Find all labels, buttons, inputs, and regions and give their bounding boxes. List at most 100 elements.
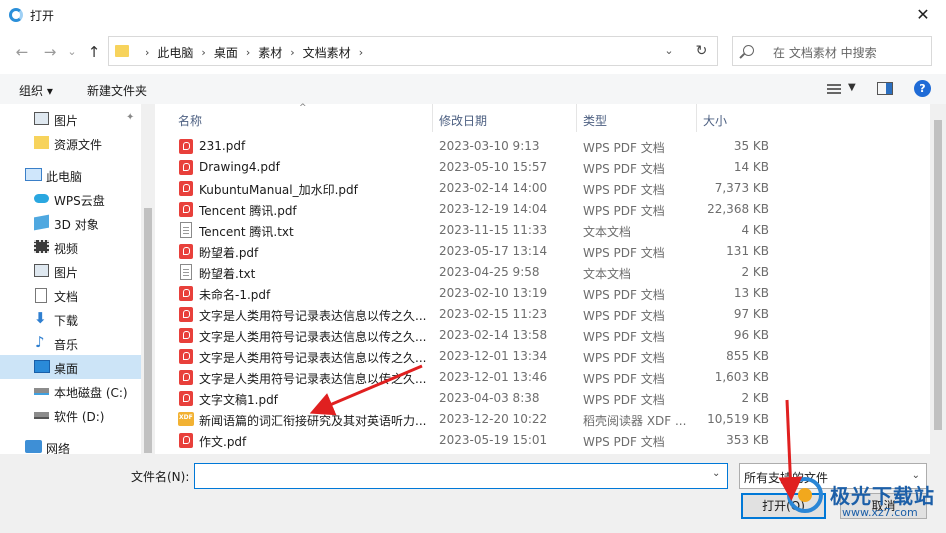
sidebar-item-pictures[interactable]: 图片 — [0, 259, 141, 283]
pdf-file-icon — [179, 370, 193, 385]
breadcrumb-separator[interactable]: › — [201, 46, 205, 59]
sidebar-item-label: 文档 — [54, 290, 79, 304]
window-title: 打开 — [30, 9, 55, 23]
table-row[interactable]: 231.pdf 2023-03-10 9:13 WPS PDF 文档 35 KB — [174, 136, 774, 157]
table-row[interactable]: Drawing4.pdf 2023-05-10 15:57 WPS PDF 文档 14… — [174, 157, 774, 178]
column-divider[interactable] — [576, 104, 577, 132]
table-row[interactable]: 文字是人类用符号记录表达信息以传之久... 2023-02-15 11:23 WPS… — [174, 304, 774, 325]
sidebar-item-music[interactable]: ♪ 音乐 — [0, 331, 141, 355]
table-row[interactable]: 文字是人类用符号记录表达信息以传之久... 2023-12-01 13:34 WPS… — [174, 346, 774, 367]
sidebar-item-resources[interactable]: 资源文件 — [0, 131, 141, 155]
table-row[interactable]: Tencent 腾讯.txt 2023-11-15 11:33 文本文档 4 KB — [174, 220, 774, 241]
table-row[interactable]: 盼望着.pdf 2023-05-17 13:14 WPS PDF 文档 131 KB — [174, 241, 774, 262]
breadcrumb-separator[interactable]: › — [290, 46, 294, 59]
file-size: 2 KB — [741, 391, 769, 405]
address-dropdown-icon[interactable]: ⌄ — [661, 41, 677, 61]
table-row[interactable]: 文字是人类用符号记录表达信息以传之久... 2023-12-01 13:46 WPS… — [174, 367, 774, 388]
pin-icon[interactable]: ✦ — [126, 112, 134, 123]
file-name: KubuntuManual_加水印.pdf — [199, 183, 358, 197]
new-folder-button[interactable]: 新建文件夹 — [87, 82, 147, 99]
table-row[interactable]: 新闻语篇的词汇衔接研究及其对英语听力... 2023-12-20 10:22 稻壳阅… — [174, 409, 774, 430]
filename-dropdown-icon[interactable]: ⌄ — [712, 468, 720, 479]
search-icon — [743, 45, 754, 56]
table-row[interactable]: 未命名-1.pdf 2023-02-10 13:19 WPS PDF 文档 13 KB — [174, 283, 774, 304]
up-arrow-icon[interactable]: ↑ — [84, 42, 104, 62]
file-date: 2023-05-19 15:01 — [439, 433, 548, 447]
sidebar-item-network[interactable]: 网络 — [0, 435, 141, 454]
title-bar: 打开 ✕ — [0, 0, 946, 30]
sidebar-item-documents[interactable]: 文档 — [0, 283, 141, 307]
table-row[interactable]: Tencent 腾讯.pdf 2023-12-19 14:04 WPS PDF 文档… — [174, 199, 774, 220]
forward-arrow-icon[interactable]: → — [40, 42, 60, 62]
sidebar-item-local-disk-c[interactable]: 本地磁盘 (C:) — [0, 379, 141, 403]
refresh-icon[interactable]: ↻ — [686, 36, 718, 66]
folder-icon — [34, 136, 49, 149]
column-header-name[interactable]: 名称 — [178, 112, 202, 129]
file-name: Tencent 腾讯.pdf — [199, 204, 297, 218]
table-row[interactable]: KubuntuManual_加水印.pdf 2023-02-14 14:00 WPS… — [174, 178, 774, 199]
file-date: 2023-11-15 11:33 — [439, 223, 548, 237]
table-row[interactable]: 盼望着.txt 2023-04-25 9:58 文本文档 2 KB — [174, 262, 774, 283]
breadcrumb-item-desktop[interactable]: 桌面 — [214, 44, 238, 61]
pdf-file-icon — [179, 139, 193, 154]
back-arrow-icon[interactable]: ← — [12, 42, 32, 62]
sidebar-item-downloads[interactable]: ⬇ 下载 — [0, 307, 141, 331]
file-name: 文字是人类用符号记录表达信息以传之久... — [199, 309, 427, 323]
column-header-date[interactable]: 修改日期 — [439, 112, 487, 129]
help-icon[interactable]: ? — [914, 80, 931, 97]
sidebar-scrollbar-thumb[interactable] — [144, 208, 152, 453]
sidebar-item-videos[interactable]: 视频 — [0, 235, 141, 259]
address-bar[interactable]: › 此电脑 › 桌面 › 素材 › 文档素材 › — [108, 36, 718, 66]
desktop-icon — [34, 360, 50, 373]
file-size: 13 KB — [733, 286, 769, 300]
drive-icon — [34, 412, 49, 419]
view-options-icon[interactable] — [822, 84, 842, 96]
column-divider[interactable] — [432, 104, 433, 132]
close-icon[interactable]: ✕ — [900, 0, 946, 30]
sidebar-item-pictures-quick[interactable]: 图片 ✦ — [0, 107, 141, 131]
sidebar-item-label: 本地磁盘 (C:) — [54, 386, 128, 400]
file-date: 2023-05-17 13:14 — [439, 244, 548, 258]
sidebar-item-this-pc[interactable]: 此电脑 — [0, 163, 141, 187]
breadcrumb-item-materials[interactable]: 素材 — [258, 44, 282, 61]
file-size: 2 KB — [741, 265, 769, 279]
breadcrumb-separator[interactable]: › — [246, 46, 250, 59]
sidebar-item-label: 音乐 — [54, 338, 79, 352]
view-dropdown-icon[interactable]: ▼ — [848, 82, 856, 93]
file-type: 文本文档 — [583, 225, 632, 239]
file-date: 2023-05-10 15:57 — [439, 160, 548, 174]
column-header-type[interactable]: 类型 — [583, 112, 607, 129]
table-row[interactable]: 文字是人类用符号记录表达信息以传之久... 2023-02-14 13:58 WPS… — [174, 325, 774, 346]
file-size: 7,373 KB — [714, 181, 769, 195]
file-type: WPS PDF 文档 — [583, 162, 665, 176]
table-row[interactable]: 作文.pdf 2023-05-19 15:01 WPS PDF 文档 353 KB — [174, 430, 774, 451]
organize-button[interactable]: 组织 ▾ — [19, 82, 53, 99]
file-name: 文字是人类用符号记录表达信息以传之久... — [199, 330, 427, 344]
filename-input[interactable] — [194, 463, 728, 489]
sidebar-item-software-d[interactable]: 软件 (D:) — [0, 403, 141, 427]
file-date: 2023-12-19 14:04 — [439, 202, 548, 216]
search-input[interactable]: 在 文档素材 中搜索 — [732, 36, 932, 66]
column-divider[interactable] — [696, 104, 697, 132]
sidebar-item-wps-cloud[interactable]: WPS云盘 — [0, 187, 141, 211]
sidebar-item-3d-objects[interactable]: 3D 对象 — [0, 211, 141, 235]
breadcrumb-item-doc-materials[interactable]: 文档素材 — [303, 44, 351, 61]
column-header-size[interactable]: 大小 — [703, 112, 727, 129]
file-name: 文字是人类用符号记录表达信息以传之久... — [199, 372, 427, 386]
navigation-pane: 图片 ✦ 资源文件 此电脑 WPS云盘 3D 对象 视频 图片 文档 ⬇ 下载 … — [0, 104, 155, 454]
file-date: 2023-04-25 9:58 — [439, 265, 540, 279]
file-type: WPS PDF 文档 — [583, 435, 665, 449]
pdf-file-icon — [179, 181, 193, 196]
computer-icon — [25, 168, 42, 181]
preview-pane-icon[interactable] — [877, 82, 893, 95]
file-name: 文字文稿1.pdf — [199, 393, 278, 407]
table-row[interactable]: 文字文稿1.pdf 2023-04-03 8:38 WPS PDF 文档 2 KB — [174, 388, 774, 409]
breadcrumb-separator[interactable]: › — [359, 46, 363, 59]
file-name: 盼望着.pdf — [199, 246, 259, 260]
sidebar-item-label: 视频 — [54, 242, 79, 256]
file-list-scrollbar-thumb[interactable] — [934, 120, 942, 430]
file-type: WPS PDF 文档 — [583, 372, 665, 386]
recent-locations-icon[interactable]: ⌄ — [62, 42, 82, 62]
breadcrumb-item-this-pc[interactable]: 此电脑 — [157, 44, 193, 61]
sidebar-item-desktop[interactable]: 桌面 — [0, 355, 141, 379]
